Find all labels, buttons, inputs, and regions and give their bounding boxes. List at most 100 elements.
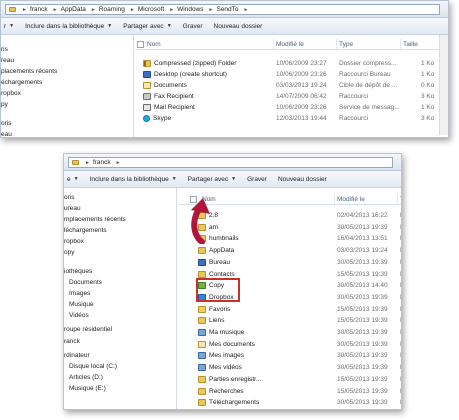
folder-icon	[198, 375, 206, 383]
desktop-icon	[198, 258, 206, 266]
file-row[interactable]: Desktop (create shortcut) 10/06/2009 23:…	[135, 70, 435, 80]
select-all-checkbox[interactable]	[137, 41, 144, 48]
new-folder-button[interactable]: Nouveau dossier	[214, 23, 263, 30]
nav-item-favorites[interactable]: ris	[1, 44, 8, 54]
file-type: Cible de dépôt de ...	[339, 82, 398, 89]
file-row[interactable]: Skype 12/03/2013 19:44 Raccourci 3 Ko	[135, 114, 435, 124]
folder-icon	[198, 270, 206, 278]
file-row[interactable]: Compressed (zipped) Folder 10/06/2009 23…	[135, 59, 435, 69]
breadcrumb-item[interactable]: Windows	[177, 6, 203, 13]
nav-item-libraries[interactable]: iothèques	[64, 266, 92, 276]
burn-button[interactable]: Graver	[183, 23, 203, 30]
nav-item-desktop[interactable]: reau	[1, 55, 14, 65]
column-divider[interactable]	[273, 39, 274, 50]
nav-item-recent-places[interactable]: mplacements récents	[64, 214, 126, 224]
file-row[interactable]: Favoris 15/05/2013 19:39 Dossier de fichie…	[178, 305, 401, 315]
column-size[interactable]: Taille	[403, 41, 418, 48]
nav-item-desktop[interactable]: ureau	[64, 203, 81, 213]
column-divider[interactable]	[334, 194, 335, 205]
nav-item-videos[interactable]: Vidéos	[69, 310, 89, 320]
vertical-scrollbar[interactable]	[439, 35, 448, 135]
nav-item-dropbox[interactable]: ropbox	[64, 236, 84, 246]
file-name: AppData	[209, 247, 235, 255]
file-size: 1 Ko	[421, 71, 435, 78]
share-with-button[interactable]: Partager avec ▼	[123, 23, 171, 30]
desktop-icon	[143, 71, 151, 78]
file-row[interactable]: Recherches 15/05/2013 19:39 Dossier de fic…	[178, 387, 401, 397]
nav-item-homegroup[interactable]: roupe résidentiel	[64, 324, 112, 334]
nav-item-local-disk-c[interactable]: Disque local (C:)	[69, 361, 117, 371]
nav-item-favorites-2[interactable]: oris	[1, 118, 11, 128]
breadcrumb[interactable]: ► franck ►	[68, 157, 393, 168]
column-name[interactable]: Nom	[147, 41, 161, 48]
breadcrumb-item[interactable]: franck	[30, 6, 48, 13]
new-folder-button[interactable]: Nouveau dossier	[278, 176, 327, 183]
organize-button[interactable]: r ▼	[4, 23, 14, 30]
file-row[interactable]: Mail Recipient 10/06/2009 23:26 Service …	[135, 103, 435, 113]
folder-icon	[198, 317, 206, 325]
nav-item-documents[interactable]: Documents	[69, 277, 102, 287]
column-divider[interactable]	[400, 39, 401, 50]
breadcrumb-item[interactable]: SendTo	[216, 6, 238, 13]
include-in-library-button[interactable]: Inclure dans la bibliothèque ▼	[90, 176, 177, 183]
burn-button[interactable]: Graver	[247, 176, 267, 183]
fax-icon	[143, 93, 151, 100]
nav-item-music-e[interactable]: Musique (E:)	[69, 383, 106, 393]
file-type: Raccourci	[339, 115, 368, 122]
nav-item-images[interactable]: Images	[69, 288, 90, 298]
file-row[interactable]: Mes images 30/05/2013 19:39 Dossier de fic…	[178, 351, 401, 361]
file-row[interactable]: Mes vidéos 30/05/2013 19:39 Dossier de fic…	[178, 363, 401, 373]
column-type[interactable]: Type	[339, 41, 353, 48]
file-row[interactable]: Liens 15/05/2013 19:39 Dossier de fichiers	[178, 316, 401, 326]
file-type: Dossier de fichiers	[400, 352, 401, 359]
column-modified[interactable]: Modifié le	[276, 41, 304, 48]
breadcrumb-item[interactable]: Roaming	[99, 6, 125, 13]
file-row[interactable]: AppData 03/03/2013 19:24 Dossier de fichie…	[178, 246, 401, 256]
nav-item-dropbox[interactable]: ropbox	[1, 88, 21, 98]
file-modified: 14/07/2009 06:42	[276, 93, 327, 100]
breadcrumb-item[interactable]: franck	[93, 159, 111, 166]
file-row[interactable]: Téléchargements 30/05/2013 19:39 Dossier d…	[178, 398, 401, 408]
file-row[interactable]: Fax Recipient 14/07/2009 06:42 Raccourci…	[135, 92, 435, 102]
file-row[interactable]: Parties enregistr... 15/05/2013 19:39 Doss…	[178, 375, 401, 385]
nav-item-desktop-2[interactable]: eau	[1, 129, 12, 138]
nav-item-downloads[interactable]: échargements	[1, 77, 42, 87]
file-name: Favoris	[209, 305, 231, 313]
nav-item-franck[interactable]: ranck	[64, 336, 80, 346]
nav-item-favorites[interactable]: oris	[64, 192, 74, 202]
file-modified: 15/05/2013 19:39	[337, 375, 388, 383]
breadcrumb-item[interactable]: Microsoft	[138, 6, 164, 13]
column-divider[interactable]	[397, 194, 398, 205]
file-name-cell: Liens	[198, 317, 225, 325]
file-name-cell: AppData	[198, 247, 235, 255]
file-row[interactable]: Ma musique 30/05/2013 19:39 Dossier de fic…	[178, 328, 401, 338]
file-name: Liens	[209, 317, 225, 325]
organize-button[interactable]: e ▼	[67, 176, 79, 183]
file-modified: 30/05/2013 19:39	[337, 223, 388, 231]
nav-item-articles-d[interactable]: Articles (D:)	[69, 372, 103, 382]
file-row[interactable]: Documents 03/03/2013 19:24 Cible de dépô…	[135, 81, 435, 91]
file-name-cell: Parties enregistr...	[198, 375, 261, 383]
file-modified: 30/05/2013 19:39	[337, 352, 388, 360]
nav-item-copy[interactable]: py	[1, 99, 8, 109]
include-in-library-button[interactable]: Inclure dans la bibliothèque ▼	[25, 23, 112, 30]
file-row[interactable]: Mes documents 30/05/2013 19:39 Dossier de …	[178, 340, 401, 350]
column-headers: Nom Modifié le Type Taille	[135, 39, 448, 50]
file-size: 1 Ko	[421, 104, 435, 111]
share-with-button[interactable]: Partager avec ▼	[188, 176, 236, 183]
file-name: Contacts	[209, 270, 235, 278]
breadcrumb[interactable]: ► franck ► AppData ► Roaming ► Microsoft…	[5, 4, 440, 15]
file-name-cell: Bureau	[198, 258, 230, 266]
nav-item-recent-places[interactable]: placements récents	[1, 66, 57, 76]
nav-item-downloads[interactable]: léchargements	[64, 225, 107, 235]
chevron-down-icon: ▼	[9, 23, 15, 29]
file-name: Bureau	[209, 258, 230, 266]
nav-item-computer[interactable]: rdinateur	[64, 350, 90, 360]
column-modified[interactable]: Modifié le	[337, 196, 365, 203]
nav-item-music[interactable]: Musique	[69, 299, 94, 309]
nav-item-copy[interactable]: opy	[64, 247, 74, 257]
file-row[interactable]: Bureau 30/05/2013 19:39 Dossier de fichier…	[178, 258, 401, 268]
column-divider[interactable]	[336, 39, 337, 50]
column-type[interactable]: Type	[400, 196, 401, 203]
breadcrumb-item[interactable]: AppData	[61, 6, 86, 13]
